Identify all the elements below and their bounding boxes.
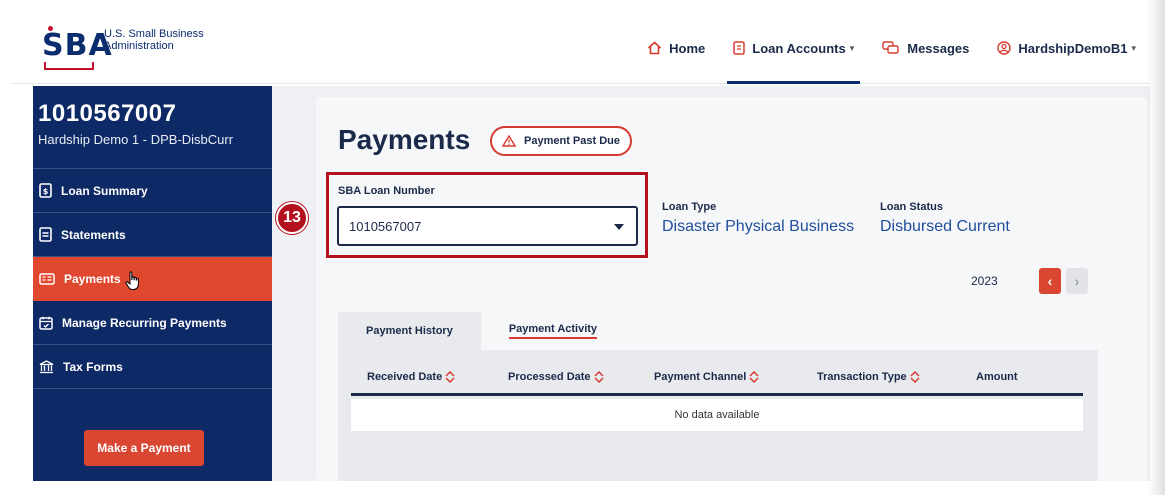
- nav-user-label: HardshipDemoB1: [1018, 40, 1128, 56]
- svg-text:$: $: [43, 187, 49, 196]
- chevron-left-icon: ‹: [1047, 273, 1053, 289]
- sidebar-item-statements[interactable]: Statements: [33, 213, 272, 257]
- sidebar-item-label: Statements: [61, 227, 126, 242]
- user-icon: [997, 41, 1012, 55]
- sidebar-item-label: Loan Summary: [61, 183, 148, 198]
- sort-icon: [749, 371, 759, 383]
- year-label: 2023: [971, 274, 998, 288]
- logo-text-line1: U.S. Small Business: [104, 28, 204, 40]
- loan-number-select[interactable]: 1010567007: [337, 206, 638, 246]
- dropdown-arrow-icon: [614, 224, 624, 230]
- chevron-down-icon: ▾: [1131, 42, 1136, 53]
- page-title: Payments: [338, 124, 471, 155]
- table-header: Received Date Processed Date Payment Cha…: [351, 362, 1083, 396]
- nav-loan-accounts-label: Loan Accounts: [752, 40, 846, 56]
- sort-icon: [445, 371, 455, 383]
- sba-logo[interactable]: SBA U.S. Small Business Administration: [42, 22, 204, 74]
- column-payment-channel[interactable]: Payment Channel: [654, 371, 759, 383]
- chevron-down-icon: ▾: [849, 42, 855, 53]
- column-label: Transaction Type: [817, 371, 907, 383]
- nav-home[interactable]: Home: [633, 12, 719, 84]
- tab-payment-history[interactable]: Payment History: [338, 312, 481, 350]
- column-transaction-type[interactable]: Transaction Type: [817, 371, 920, 383]
- warning-icon: [502, 135, 516, 147]
- nav-loan-accounts[interactable]: Loan Accounts ▾: [719, 12, 868, 84]
- sidebar-item-label: Tax Forms: [63, 359, 123, 374]
- nav-messages[interactable]: Messages: [868, 12, 983, 84]
- previous-year-button[interactable]: ‹: [1039, 268, 1061, 294]
- messages-icon: [882, 41, 899, 54]
- sba-logo-mark: SBA: [42, 22, 112, 70]
- logo-text-line2: Administration: [104, 40, 174, 52]
- payment-tabs: Payment History Payment Activity: [338, 312, 625, 350]
- loan-summary-icon: $: [39, 183, 52, 198]
- tab-payment-activity[interactable]: Payment Activity: [481, 312, 625, 350]
- step-number-marker: 13: [276, 202, 308, 234]
- payments-icon: [39, 273, 55, 285]
- sidebar-item-payments[interactable]: Payments: [33, 257, 272, 301]
- sort-icon: [910, 371, 920, 383]
- table-empty-row: No data available: [351, 399, 1083, 431]
- empty-state-text: No data available: [674, 409, 760, 421]
- make-payment-button[interactable]: Make a Payment: [84, 430, 204, 466]
- calendar-icon: [39, 316, 53, 330]
- home-icon: [648, 41, 662, 55]
- window-shadow: [1147, 0, 1165, 495]
- top-header: SBA U.S. Small Business Administration H…: [12, 12, 1150, 84]
- hand-cursor-icon: [125, 271, 139, 290]
- column-processed-date[interactable]: Processed Date: [508, 371, 604, 383]
- logo-letters: SBA: [42, 28, 113, 63]
- loan-subtitle: Hardship Demo 1 - DPB-DisbCurr: [38, 132, 234, 147]
- chevron-right-icon: ›: [1074, 273, 1080, 289]
- column-amount: Amount: [976, 371, 1018, 383]
- sidebar-item-label: Payments: [64, 272, 121, 286]
- sidebar-item-loan-summary[interactable]: $ Loan Summary: [33, 169, 272, 213]
- bank-icon: [39, 359, 54, 373]
- column-label: Received Date: [367, 371, 443, 383]
- status-badge-label: Payment Past Due: [524, 135, 620, 147]
- sidebar-item-tax-forms[interactable]: Tax Forms: [33, 345, 272, 389]
- tab-label: Payment Activity: [508, 323, 598, 339]
- nav-home-label: Home: [669, 40, 706, 56]
- loan-status-value: Disbursed Current: [880, 218, 1010, 235]
- app-window: SBA U.S. Small Business Administration H…: [0, 0, 1165, 495]
- column-received-date[interactable]: Received Date: [367, 371, 455, 383]
- document-icon: [733, 41, 746, 55]
- loan-type-value: Disaster Physical Business: [662, 218, 855, 235]
- payment-history-table: Received Date Processed Date Payment Cha…: [338, 350, 1098, 481]
- column-label: Processed Date: [508, 371, 591, 383]
- tab-label: Payment History: [366, 325, 453, 337]
- main-nav: Home Loan Accounts ▾ Messages HardshipDe…: [633, 12, 1150, 84]
- loan-type-label: Loan Type: [662, 201, 717, 213]
- next-year-button[interactable]: ›: [1066, 268, 1088, 294]
- nav-user-menu[interactable]: HardshipDemoB1 ▾: [983, 12, 1150, 84]
- logo-underline: [44, 62, 94, 70]
- sort-icon: [594, 371, 604, 383]
- status-badge: Payment Past Due: [490, 126, 632, 156]
- sidebar-item-label: Manage Recurring Payments: [62, 315, 227, 330]
- loan-sidebar: 1010567007 Hardship Demo 1 - DPB-DisbCur…: [33, 86, 272, 481]
- statements-icon: [39, 227, 52, 242]
- column-label: Payment Channel: [654, 371, 747, 383]
- nav-messages-label: Messages: [907, 40, 970, 56]
- loan-number-select-value: 1010567007: [349, 218, 422, 234]
- loan-number-label: SBA Loan Number: [338, 185, 435, 197]
- loan-header: 1010567007 Hardship Demo 1 - DPB-DisbCur…: [33, 86, 272, 169]
- loan-status-label: Loan Status: [880, 201, 943, 213]
- sidebar-item-manage-recurring-payments[interactable]: Manage Recurring Payments: [33, 301, 272, 345]
- column-label: Amount: [976, 371, 1018, 383]
- loan-number-heading: 1010567007: [38, 100, 177, 127]
- logo-text: U.S. Small Business Administration: [104, 28, 204, 52]
